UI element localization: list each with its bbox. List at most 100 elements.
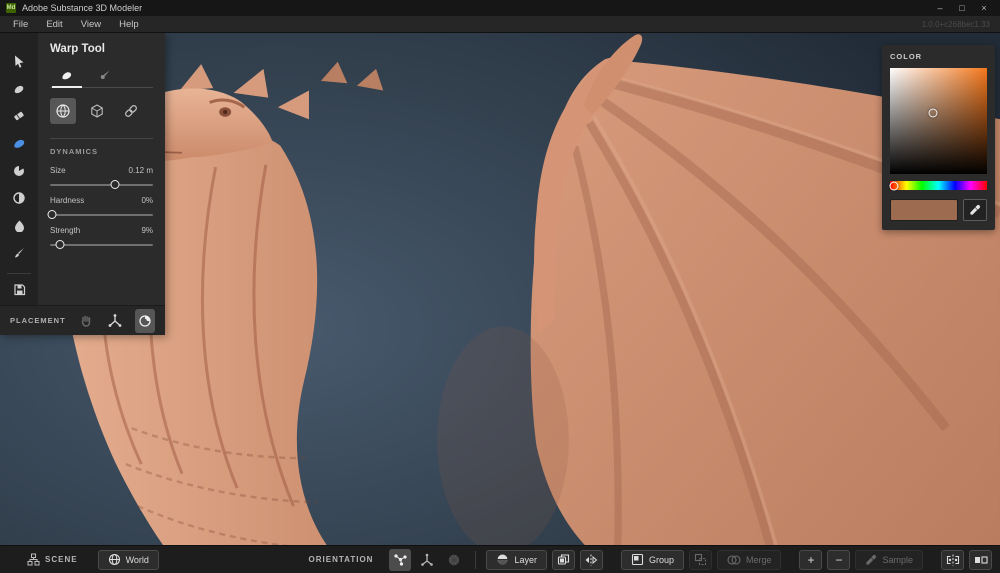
eraser-tool-button[interactable]: [6, 104, 32, 128]
app-icon: Md: [6, 3, 16, 13]
mode-sphere-deform-button[interactable]: [50, 98, 76, 124]
sphere-deform-icon: [55, 103, 71, 119]
dynamics-divider: [50, 138, 153, 139]
layer-button[interactable]: Layer: [486, 550, 547, 570]
plus-icon: +: [807, 553, 814, 567]
current-color-swatch[interactable]: [890, 199, 958, 221]
paintbrush-icon: [12, 246, 26, 260]
symmetry-button[interactable]: [941, 550, 964, 570]
strength-slider-handle[interactable]: [56, 240, 65, 249]
display-split-icon: [974, 555, 988, 565]
menu-bar: File Edit View Help 1.0.0+c268bec1.33: [0, 16, 1000, 33]
duplicate-icon: [557, 553, 570, 566]
placement-bar: PLACEMENT: [0, 305, 165, 335]
orientation-world-button[interactable]: [443, 549, 465, 571]
close-button[interactable]: ×: [974, 1, 994, 15]
axes-gizmo-icon: [420, 553, 434, 567]
placement-rotate-button[interactable]: [135, 309, 155, 333]
layer-button-label: Layer: [514, 555, 537, 565]
strength-slider-group: Strength 9%: [50, 226, 153, 246]
fine-brush-icon: [98, 68, 112, 82]
mirror-button[interactable]: [580, 550, 603, 570]
mirror-icon: [584, 554, 598, 566]
hue-cursor[interactable]: [889, 181, 898, 190]
merge-icon: [727, 554, 741, 566]
tab-fine-brush[interactable]: [88, 63, 122, 87]
inflate-tool-button[interactable]: [6, 186, 32, 210]
color-panel: COLOR: [882, 45, 995, 230]
placement-heading: PLACEMENT: [10, 316, 66, 325]
layer-sphere-icon: [496, 553, 509, 566]
add-button[interactable]: +: [799, 550, 822, 570]
hardness-slider[interactable]: [50, 214, 153, 216]
ungroup-button[interactable]: [689, 550, 712, 570]
minimize-button[interactable]: –: [930, 1, 950, 15]
world-button[interactable]: World: [98, 550, 159, 570]
tool-strip: [0, 33, 38, 305]
separator: [475, 551, 476, 569]
mode-link-button[interactable]: [118, 98, 144, 124]
solid-brush-icon: [60, 68, 74, 82]
saturation-value-picker[interactable]: [890, 68, 987, 174]
globe-icon: [108, 553, 121, 566]
sample-button[interactable]: Sample: [855, 550, 923, 570]
color-heading: COLOR: [890, 52, 987, 61]
app-window: Md Adobe Substance 3D Modeler – □ × File…: [0, 0, 1000, 573]
hardness-slider-handle[interactable]: [48, 210, 57, 219]
eraser-icon: [12, 109, 26, 123]
hue-slider[interactable]: [890, 181, 987, 190]
paint-tool-button[interactable]: [6, 241, 32, 265]
gizmo-axes-icon: [108, 314, 122, 328]
blob-tool-button[interactable]: [6, 214, 32, 238]
sample-button-label: Sample: [882, 555, 913, 565]
placement-gizmo-button[interactable]: [105, 309, 125, 333]
eyedropper-button[interactable]: [963, 199, 987, 221]
group-button[interactable]: Group: [621, 550, 684, 570]
select-tool-button[interactable]: [6, 49, 32, 73]
strength-label: Strength: [50, 226, 80, 235]
tab-solid-brush[interactable]: [50, 63, 84, 87]
placement-hand-button[interactable]: [76, 309, 96, 333]
inflate-icon: [12, 191, 26, 205]
merge-button-label: Merge: [746, 555, 772, 565]
merge-button[interactable]: Merge: [717, 550, 782, 570]
left-tool-panel: Warp Tool: [0, 33, 165, 335]
menu-file[interactable]: File: [4, 16, 37, 33]
sample-eyedropper-icon: [865, 554, 877, 566]
window-title: Adobe Substance 3D Modeler: [22, 3, 142, 13]
menu-view[interactable]: View: [72, 16, 110, 33]
link-icon: [123, 103, 139, 119]
rotate-icon: [138, 314, 152, 328]
hardness-slider-group: Hardness 0%: [50, 196, 153, 216]
sv-cursor[interactable]: [928, 108, 937, 117]
subtract-button[interactable]: −: [827, 550, 850, 570]
world-button-label: World: [126, 555, 149, 565]
menu-help[interactable]: Help: [110, 16, 148, 33]
orientation-nodes-icon: [393, 552, 408, 567]
mode-cube-deform-button[interactable]: [84, 98, 110, 124]
orientation-axes-button[interactable]: [416, 549, 438, 571]
hand-icon: [79, 314, 92, 327]
title-bar: Md Adobe Substance 3D Modeler – □ ×: [0, 0, 1000, 16]
group-icon: [631, 553, 644, 566]
size-slider[interactable]: [50, 184, 153, 186]
menu-edit[interactable]: Edit: [37, 16, 71, 33]
brush-tab-row: [50, 63, 153, 88]
size-value: 0.12 m: [129, 166, 153, 175]
duplicate-button[interactable]: [552, 550, 575, 570]
maximize-button[interactable]: □: [952, 1, 972, 15]
clay-tool-button[interactable]: [6, 76, 32, 100]
warp-tool-button[interactable]: [6, 131, 32, 155]
smooth-tool-button[interactable]: [6, 159, 32, 183]
warp-mode-row: [50, 98, 153, 124]
strength-slider[interactable]: [50, 244, 153, 246]
cube-wireframe-icon: [89, 103, 105, 119]
orientation-free-button[interactable]: [389, 549, 411, 571]
display-mode-button[interactable]: [969, 550, 992, 570]
save-tool-button[interactable]: [6, 278, 32, 302]
orientation-label: ORIENTATION: [309, 555, 374, 564]
size-slider-handle[interactable]: [110, 180, 119, 189]
hardness-value: 0%: [141, 196, 153, 205]
bottom-toolbar: SCENE World ORIENTATION Layer: [0, 545, 1000, 573]
size-label: Size: [50, 166, 66, 175]
